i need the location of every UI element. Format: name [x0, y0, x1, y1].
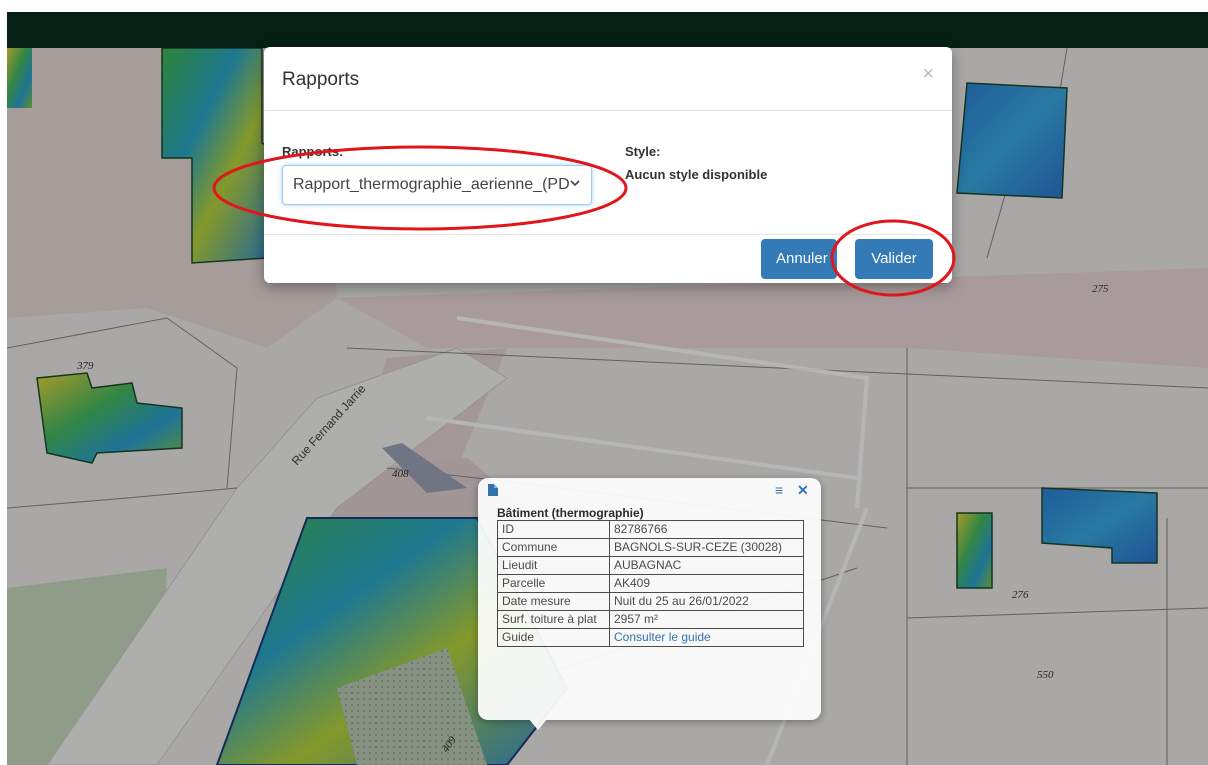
reports-label: Rapports: [282, 144, 344, 159]
table-row: ID 82786766 [497, 520, 804, 539]
chevron-down-icon [569, 176, 581, 192]
reports-modal: Rapports × Rapports: Rapport_thermograph… [264, 47, 952, 283]
menu-icon[interactable]: ≡ [775, 482, 783, 498]
table-row: Date mesure Nuit du 25 au 26/01/2022 [497, 592, 804, 611]
close-icon[interactable]: ✕ [797, 482, 809, 499]
table-row: Surf. toiture à plat 2957 m² [497, 610, 804, 629]
report-select-value: Rapport_thermographie_aerienne_(PD [293, 176, 570, 193]
guide-link[interactable]: Consulter le guide [609, 628, 804, 647]
close-icon[interactable]: × [922, 63, 934, 86]
modal-body: Rapports: Rapport_thermographie_aerienne… [264, 111, 952, 235]
modal-header: Rapports × [264, 47, 952, 111]
popup-pointer [528, 718, 548, 730]
cancel-button[interactable]: Annuler [761, 239, 837, 279]
table-row: Lieudit AUBAGNAC [497, 556, 804, 575]
style-value: Aucun style disponible [625, 167, 768, 182]
popup-title: Bâtiment (thermographie) [497, 506, 644, 520]
document-icon[interactable] [488, 484, 498, 499]
table-row: Commune BAGNOLS-SUR-CEZE (30028) [497, 538, 804, 557]
table-row: Parcelle AK409 [497, 574, 804, 593]
style-label: Style: [625, 144, 661, 159]
application-frame: 379 408 275 276 550 409 Rue Fernand Jarr… [7, 12, 1208, 765]
table-row: Guide Consulter le guide [497, 628, 804, 647]
report-select[interactable]: Rapport_thermographie_aerienne_(PD [282, 165, 592, 205]
feature-attributes-table: ID 82786766 Commune BAGNOLS-SUR-CEZE (3002… [497, 520, 804, 647]
top-bar [7, 12, 1208, 48]
feature-info-popup: ≡ ✕ Bâtiment (thermographie) ID 82786766 … [478, 478, 821, 730]
modal-title: Rapports [282, 69, 360, 90]
validate-button[interactable]: Valider [855, 239, 933, 279]
